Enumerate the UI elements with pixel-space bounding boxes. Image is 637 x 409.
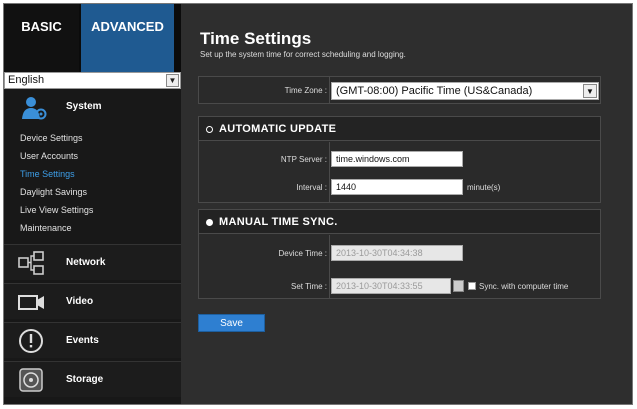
device-time-label: Device Time : bbox=[278, 249, 327, 258]
sync-computer-time-checkbox[interactable] bbox=[468, 282, 476, 290]
language-select[interactable]: English ▼ bbox=[4, 72, 181, 89]
alert-icon bbox=[19, 329, 43, 353]
sidebar-section-storage[interactable]: Storage bbox=[4, 361, 181, 397]
automatic-update-title: AUTOMATIC UPDATE bbox=[219, 123, 337, 135]
system-user-icon bbox=[22, 97, 47, 120]
manual-time-sync-panel: MANUAL TIME SYNC. Device Time : 2013-10-… bbox=[198, 209, 601, 299]
sidebar-section-label: Events bbox=[66, 335, 99, 346]
time-zone-value: (GMT-08:00) Pacific Time (US&Canada) bbox=[336, 85, 533, 97]
panel-header: AUTOMATIC UPDATE bbox=[199, 117, 600, 141]
ntp-server-label: NTP Server : bbox=[280, 155, 327, 164]
sidebar-section-system[interactable]: System bbox=[4, 90, 181, 126]
sidebar-section-network[interactable]: Network bbox=[4, 244, 181, 280]
sidebar-section-video[interactable]: Video bbox=[4, 283, 181, 319]
radio-unselected-icon[interactable] bbox=[206, 126, 213, 133]
sidebar-item-device-settings[interactable]: Device Settings bbox=[20, 133, 83, 143]
main-content: Time Settings Set up the system time for… bbox=[181, 4, 632, 404]
manual-time-sync-title: MANUAL TIME SYNC. bbox=[219, 216, 338, 228]
sidebar-item-live-view-settings[interactable]: Live View Settings bbox=[20, 205, 93, 215]
language-value: English bbox=[8, 74, 45, 86]
chevron-down-icon: ▼ bbox=[583, 84, 597, 98]
time-zone-select[interactable]: (GMT-08:00) Pacific Time (US&Canada) ▼ bbox=[331, 82, 599, 100]
calendar-icon[interactable] bbox=[453, 280, 464, 292]
ntp-server-input[interactable]: time.windows.com bbox=[331, 151, 463, 167]
sidebar-item-maintenance[interactable]: Maintenance bbox=[20, 223, 72, 233]
hard-disk-icon bbox=[19, 368, 43, 392]
set-time-input[interactable]: 2013-10-30T04:33:55 bbox=[331, 278, 451, 294]
time-zone-label: Time Zone : bbox=[284, 86, 327, 95]
divider bbox=[329, 235, 330, 298]
app-window: BASIC ADVANCED English ▼ System Device S… bbox=[3, 3, 633, 405]
interval-label: Interval : bbox=[296, 183, 327, 192]
page-title: Time Settings bbox=[200, 29, 312, 48]
divider bbox=[329, 77, 330, 103]
set-time-label: Set Time : bbox=[290, 282, 327, 291]
tab-basic[interactable]: BASIC bbox=[4, 4, 79, 72]
sync-computer-time-label: Sync. with computer time bbox=[479, 282, 569, 291]
tab-advanced[interactable]: ADVANCED bbox=[81, 4, 174, 72]
page-subtitle: Set up the system time for correct sched… bbox=[200, 50, 406, 59]
divider bbox=[329, 142, 330, 202]
sidebar-item-user-accounts[interactable]: User Accounts bbox=[20, 151, 78, 161]
network-icon bbox=[18, 251, 44, 275]
sidebar-section-events[interactable]: Events bbox=[4, 322, 181, 358]
time-zone-row: Time Zone : (GMT-08:00) Pacific Time (US… bbox=[198, 76, 601, 104]
chevron-down-icon: ▼ bbox=[166, 74, 179, 87]
device-time-input: 2013-10-30T04:34:38 bbox=[331, 245, 463, 261]
sidebar-item-daylight-savings[interactable]: Daylight Savings bbox=[20, 187, 87, 197]
save-button[interactable]: Save bbox=[198, 314, 265, 332]
sidebar: BASIC ADVANCED English ▼ System Device S… bbox=[4, 4, 181, 404]
sidebar-item-time-settings[interactable]: Time Settings bbox=[20, 169, 75, 179]
video-camera-icon bbox=[18, 295, 44, 310]
interval-input[interactable]: 1440 bbox=[331, 179, 463, 195]
sidebar-section-label: System bbox=[66, 101, 102, 112]
sidebar-section-label: Network bbox=[66, 257, 106, 268]
panel-header: MANUAL TIME SYNC. bbox=[199, 210, 600, 234]
automatic-update-panel: AUTOMATIC UPDATE NTP Server : time.windo… bbox=[198, 116, 601, 203]
sidebar-section-label: Video bbox=[66, 296, 94, 307]
radio-selected-icon[interactable] bbox=[206, 219, 213, 226]
mode-tabs: BASIC ADVANCED bbox=[4, 4, 181, 72]
sidebar-section-label: Storage bbox=[66, 374, 104, 385]
interval-unit: minute(s) bbox=[467, 183, 501, 192]
